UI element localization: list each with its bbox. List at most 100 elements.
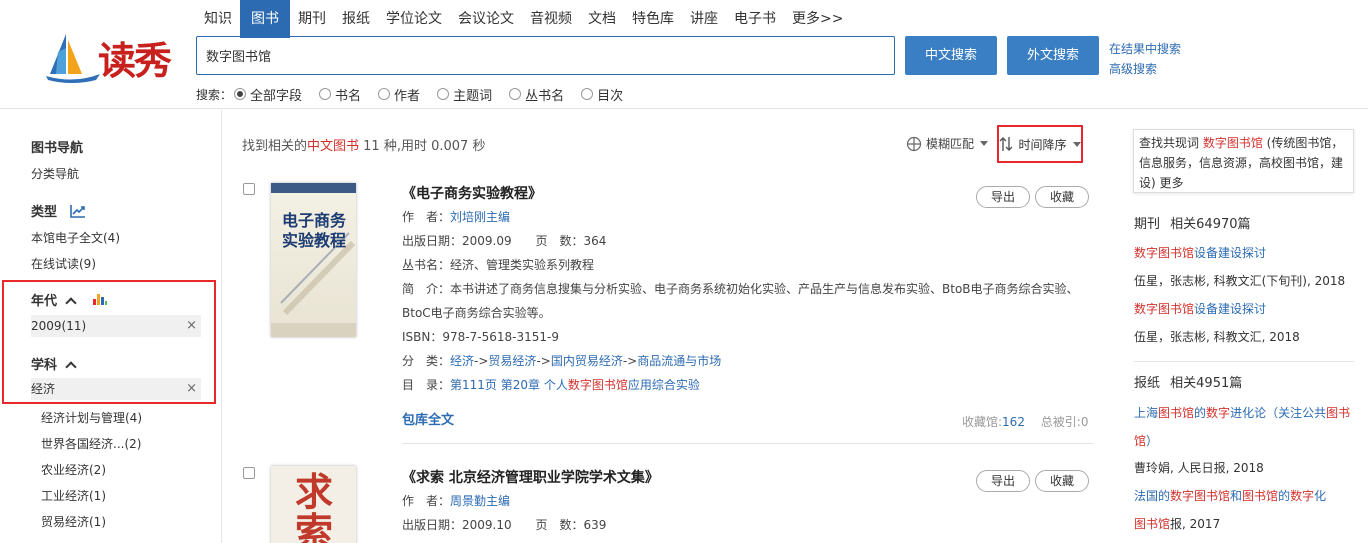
tab-theses[interactable]: 学位论文 — [378, 0, 450, 38]
sailboat-logo-icon — [46, 34, 100, 83]
export-button[interactable]: 导出 — [976, 470, 1030, 492]
title-highlight: 数字 — [1290, 489, 1315, 503]
cooc-more-link[interactable]: 更多 — [1156, 176, 1184, 190]
tab-newspapers[interactable]: 报纸 — [334, 0, 378, 38]
book-isbn-line: ISBN：978-7-5618-3151-9 — [402, 325, 1102, 349]
book-cover-image[interactable]: 求索 — [271, 466, 356, 543]
collapse-up-icon[interactable] — [65, 361, 77, 373]
collapse-up-icon[interactable] — [65, 297, 77, 309]
bar-chart-icon[interactable] — [92, 292, 108, 306]
selected-year-filter: 2009(11) × — [31, 315, 201, 337]
left-sidebar: 图书导航 分类导航 类型 本馆电子全文(4) 在线试读(9) 年代 2009(1… — [0, 110, 222, 543]
fuzzy-match-toggle[interactable]: 模糊匹配 — [906, 135, 989, 152]
toc-page-link[interactable]: 第111页 — [450, 378, 497, 392]
subject-item[interactable]: 工业经济(1) — [41, 487, 106, 504]
title-highlight: 图书馆 — [1158, 406, 1195, 420]
remove-subject-filter-icon[interactable]: × — [186, 378, 197, 400]
selected-subject-label: 经济 — [31, 382, 56, 396]
year-title: 年代 — [31, 290, 108, 309]
radio-icon — [437, 88, 450, 100]
site-logo[interactable]: 读秀 — [44, 28, 179, 84]
field-label: 分 类： — [402, 354, 451, 368]
class-link[interactable]: 贸易经济 — [488, 354, 536, 368]
radio-icon — [378, 88, 391, 100]
subject-item[interactable]: 贸易经济(1) — [41, 513, 106, 530]
lib-count-link[interactable]: 162 — [1002, 415, 1025, 429]
collect-button[interactable]: 收藏 — [1035, 470, 1089, 492]
radio-series[interactable]: 丛书名 — [509, 85, 564, 104]
tab-documents[interactable]: 文档 — [580, 0, 624, 38]
book-nav-title: 图书导航 — [31, 141, 84, 156]
subject-item[interactable]: 经济计划与管理(4) — [41, 409, 142, 426]
radio-toc[interactable]: 目次 — [581, 85, 623, 104]
tab-conference[interactable]: 会议论文 — [450, 0, 522, 38]
trend-chart-icon[interactable] — [69, 204, 86, 218]
book-intro-line: 简 介：本书讲述了商务信息搜集与分析实验、电子商务系统初始化实验、产品生产与信息… — [402, 277, 1102, 301]
export-button[interactable]: 导出 — [976, 186, 1030, 208]
newspaper-item-title[interactable]: 上海图书馆的数字进化论（关注公共图书馆） — [1134, 399, 1359, 455]
author-link[interactable]: 周景勤主编 — [450, 494, 510, 508]
class-link[interactable]: 经济 — [450, 354, 474, 368]
fulltext-link[interactable]: 包库全文 — [402, 409, 454, 428]
category-nav-link[interactable]: 分类导航 — [31, 165, 79, 182]
year-title-text: 年代 — [31, 294, 58, 309]
lib-label: 收藏馆: — [962, 415, 1003, 429]
toc-text: 个人 — [543, 378, 568, 392]
journal-head[interactable]: 期刊 — [1134, 217, 1160, 232]
tab-knowledge[interactable]: 知识 — [196, 0, 240, 38]
book-series-line: 丛书名：经济、管理类实验系列教程 — [402, 253, 1102, 277]
book-cover-image[interactable]: 电子商务实验教程 — [271, 183, 356, 337]
right-sidebar: 查找共现词 数字图书馆 (传统图书馆，信息服务，信息资源，高校图书馆，建设) 更… — [1114, 110, 1368, 543]
search-input[interactable] — [197, 37, 894, 74]
type-item-ebook-fulltext[interactable]: 本馆电子全文(4) — [31, 229, 120, 246]
cover-title: 电子商务实验教程 — [281, 211, 346, 250]
tab-special[interactable]: 特色库 — [624, 0, 682, 38]
summary-prefix: 找到相关的 — [242, 139, 308, 154]
book-checkbox[interactable] — [243, 467, 255, 479]
tab-journals[interactable]: 期刊 — [290, 0, 334, 38]
tab-lectures[interactable]: 讲座 — [682, 0, 726, 38]
journal-item-meta: 伍星，张志彬, 科教文汇, 2018 — [1134, 330, 1300, 344]
cite-label: 总被引: — [1040, 415, 1081, 429]
selected-subject-filter: 经济 × — [31, 378, 201, 400]
tab-ebooks[interactable]: 电子书 — [726, 0, 784, 38]
class-link[interactable]: 国内贸易经济 — [551, 354, 623, 368]
subject-item[interactable]: 世界各国经济...(2) — [41, 435, 141, 452]
subject-item[interactable]: 农业经济(2) — [41, 461, 106, 478]
title-part: 法国的 — [1134, 489, 1171, 503]
sort-dropdown[interactable]: 时间降序 — [997, 125, 1083, 163]
collect-button[interactable]: 收藏 — [1035, 186, 1089, 208]
title-part: ） — [1146, 434, 1159, 448]
chinese-search-button[interactable]: 中文搜索 — [905, 36, 997, 75]
advanced-search-link[interactable]: 高级搜索 — [1109, 59, 1181, 79]
search-field-label: 搜索： — [196, 87, 233, 102]
sort-arrows-icon — [999, 137, 1013, 151]
tab-video[interactable]: 音视频 — [522, 0, 580, 38]
toc-entry-link[interactable]: 个人数字图书馆应用综合实验 — [544, 378, 700, 392]
toc-chapter-link[interactable]: 第20章 — [501, 378, 540, 392]
radio-all-fields[interactable]: 全部字段 — [234, 85, 302, 104]
newspaper-item-title[interactable]: 法国的数字图书馆和图书馆的数字化 图书馆报, 2017 — [1134, 482, 1339, 538]
radio-title[interactable]: 书名 — [319, 85, 361, 104]
field-label: 简 介： — [402, 282, 451, 296]
journal-item-title[interactable]: 数字图书馆设备建设探讨 — [1134, 239, 1364, 267]
journal-item-title[interactable]: 数字图书馆设备建设探讨 — [1134, 295, 1364, 323]
author-link[interactable]: 刘培刚主编 — [450, 210, 510, 224]
class-link[interactable]: 商品流通与市场 — [637, 354, 721, 368]
remove-year-filter-icon[interactable]: × — [186, 315, 197, 337]
radio-subject-term[interactable]: 主题词 — [437, 85, 492, 104]
nav-tabs: 知识 图书 期刊 报纸 学位论文 会议论文 音视频 文档 特色库 讲座 电子书 … — [196, 0, 851, 38]
search-field-options: 搜索： 全部字段 书名 作者 主题词 丛书名 目次 — [196, 85, 640, 104]
type-item-online-trial[interactable]: 在线试读(9) — [31, 255, 96, 272]
foreign-search-button[interactable]: 外文搜索 — [1007, 36, 1099, 75]
series-name: 经济、管理类实验系列教程 — [450, 258, 595, 272]
tab-books[interactable]: 图书 — [240, 0, 290, 38]
book-checkbox[interactable] — [243, 183, 255, 195]
newspaper-head[interactable]: 报纸 — [1134, 376, 1160, 391]
radio-author[interactable]: 作者 — [378, 85, 420, 104]
title-highlight: 图书馆 — [1242, 489, 1279, 503]
tab-more[interactable]: 更多>> — [784, 0, 851, 38]
title-part: 的 — [1194, 406, 1207, 420]
subject-title-text: 学科 — [31, 358, 58, 373]
search-within-results-link[interactable]: 在结果中搜索 — [1109, 39, 1181, 59]
